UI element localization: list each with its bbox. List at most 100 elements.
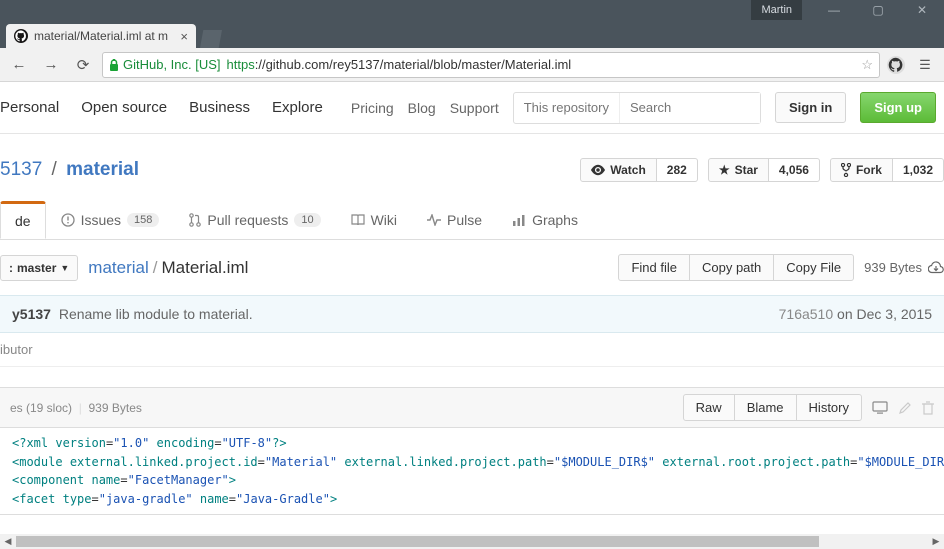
star-icon: ★	[719, 163, 730, 177]
tab-pulse[interactable]: Pulse	[412, 202, 497, 238]
user-badge[interactable]: Martin	[751, 0, 802, 20]
nav-pricing[interactable]: Pricing	[351, 100, 394, 116]
file-content: <?xml version="1.0" encoding="UTF-8"?> <…	[0, 428, 944, 514]
watch-count[interactable]: 282	[657, 158, 698, 182]
copy-path-button[interactable]: Copy path	[690, 254, 774, 281]
commit-message[interactable]: Rename lib module to material.	[59, 306, 253, 322]
copy-file-button[interactable]: Copy File	[774, 254, 854, 281]
reload-icon: ⟳	[77, 56, 90, 74]
commit-tease: y5137 Rename lib module to material. 716…	[0, 295, 944, 333]
tab-close-icon[interactable]: ×	[180, 29, 188, 44]
minimize-icon: —	[828, 3, 840, 17]
pulse-icon	[427, 214, 441, 226]
tab-code[interactable]: de	[0, 201, 46, 239]
bookmark-star-icon[interactable]: ☆	[861, 57, 873, 73]
sign-up-button[interactable]: Sign up	[860, 92, 936, 123]
history-button[interactable]: History	[797, 394, 862, 421]
breadcrumb-file: Material.iml	[161, 258, 248, 277]
maximize-button[interactable]: ▢	[856, 0, 900, 20]
horizontal-scrollbar[interactable]: ◀ ▶	[0, 534, 944, 549]
star-button[interactable]: ★Star 4,056	[708, 158, 820, 182]
tab-graphs[interactable]: Graphs	[497, 202, 593, 238]
tab-title: material/Material.iml at m	[34, 29, 174, 43]
commit-sha[interactable]: 716a510	[779, 306, 834, 322]
address-bar[interactable]: GitHub, Inc. [US] https://github.com/rey…	[102, 52, 880, 78]
url-text: https://github.com/rey5137/material/blob…	[227, 57, 572, 72]
tab-issues[interactable]: Issues158	[46, 202, 175, 238]
reload-button[interactable]: ⟳	[70, 52, 96, 78]
code-line: <facet type="java-gradle" name="Java-Gra…	[12, 490, 932, 509]
scroll-left-arrow-icon[interactable]: ◀	[0, 534, 16, 549]
tab-wiki[interactable]: Wiki	[336, 202, 412, 238]
nav-personal[interactable]: Personal	[0, 99, 59, 116]
breadcrumb: material/Material.iml	[88, 258, 248, 278]
fork-count[interactable]: 1,032	[893, 158, 944, 182]
trash-icon[interactable]	[922, 401, 934, 415]
scrollbar-track[interactable]	[16, 534, 928, 549]
repo-title: 5137 / material	[0, 159, 139, 181]
fork-icon	[841, 163, 851, 177]
repo-name-link[interactable]: material	[66, 159, 139, 180]
sign-in-button[interactable]: Sign in	[775, 92, 846, 123]
repo-separator: /	[42, 159, 66, 180]
page-content: Personal Open source Business Explore Pr…	[0, 82, 944, 534]
forward-button[interactable]: →	[38, 52, 64, 78]
nav-open-source[interactable]: Open source	[81, 99, 167, 116]
nav-explore[interactable]: Explore	[272, 99, 323, 116]
issue-opened-icon	[61, 213, 75, 227]
file-header: es (19 sloc) | 939 Bytes Raw Blame Histo…	[0, 388, 944, 428]
close-button[interactable]: ✕	[900, 0, 944, 20]
file-info: es (19 sloc) | 939 Bytes	[10, 401, 142, 415]
arrow-left-icon: ←	[12, 56, 27, 73]
new-tab-button[interactable]	[200, 30, 222, 48]
back-button[interactable]: ←	[6, 52, 32, 78]
browser-tab[interactable]: material/Material.iml at m ×	[6, 24, 196, 48]
primary-nav: Personal Open source Business Explore	[0, 99, 323, 116]
blame-button[interactable]: Blame	[735, 394, 797, 421]
nav-blog[interactable]: Blog	[408, 100, 436, 116]
secure-org-label: GitHub, Inc. [US]	[123, 57, 221, 72]
file-actions: Find file Copy path Copy File	[618, 254, 854, 281]
file-size-label: 939 Bytes	[864, 260, 922, 275]
nav-support[interactable]: Support	[450, 100, 499, 116]
repo-owner-link[interactable]: 5137	[0, 159, 42, 180]
minimize-button[interactable]: —	[812, 0, 856, 20]
branch-select[interactable]: : master ▼	[0, 255, 78, 281]
commit-author[interactable]: y5137	[12, 306, 51, 322]
arrow-right-icon: →	[44, 56, 59, 73]
desktop-icon[interactable]	[872, 401, 888, 415]
code-line: <module external.linked.project.id="Mate…	[12, 453, 932, 472]
raw-button[interactable]: Raw	[683, 394, 735, 421]
star-count[interactable]: 4,056	[769, 158, 820, 182]
search-scope[interactable]: This repository	[514, 93, 620, 123]
git-pull-request-icon	[189, 213, 201, 227]
browser-toolbar: ← → ⟳ GitHub, Inc. [US] https://github.c…	[0, 48, 944, 82]
secure-origin-chip[interactable]: GitHub, Inc. [US]	[109, 57, 221, 72]
file-box: es (19 sloc) | 939 Bytes Raw Blame Histo…	[0, 387, 944, 515]
extension-github-icon[interactable]	[886, 55, 906, 75]
maximize-icon: ▢	[872, 3, 883, 17]
pencil-icon[interactable]	[898, 401, 912, 415]
file-navigation: : master ▼ material/Material.iml Find fi…	[0, 240, 944, 295]
nav-business[interactable]: Business	[189, 99, 250, 116]
github-favicon-icon	[14, 29, 28, 43]
find-file-button[interactable]: Find file	[618, 254, 690, 281]
search-box[interactable]: This repository	[513, 92, 761, 124]
tab-pull-requests[interactable]: Pull requests10	[174, 202, 335, 238]
issues-count-badge: 158	[127, 213, 159, 227]
lock-icon	[109, 59, 119, 71]
scrollbar-thumb[interactable]	[16, 536, 819, 547]
fork-button[interactable]: Fork 1,032	[830, 158, 944, 182]
pulls-count-badge: 10	[294, 213, 320, 227]
github-mark-icon	[887, 56, 905, 74]
watch-button[interactable]: Watch 282	[580, 158, 698, 182]
breadcrumb-root[interactable]: material	[88, 258, 148, 277]
book-icon	[351, 213, 365, 227]
github-header: Personal Open source Business Explore Pr…	[0, 82, 944, 134]
contributors-bar: ibutor	[0, 333, 944, 367]
scroll-right-arrow-icon[interactable]: ▶	[928, 534, 944, 549]
cloud-download-icon[interactable]	[928, 260, 944, 276]
hamburger-icon: ☰	[919, 57, 931, 73]
search-input[interactable]	[620, 93, 760, 123]
browser-menu-button[interactable]: ☰	[912, 57, 938, 73]
